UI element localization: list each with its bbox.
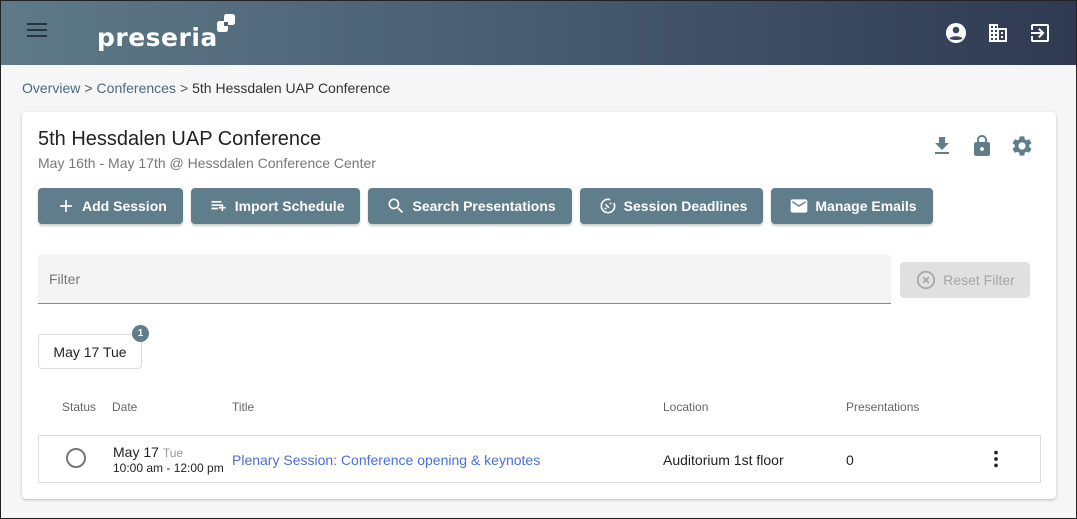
breadcrumb-current: 5th Hessdalen UAP Conference [192,80,391,96]
logo-mark-icon [217,14,235,32]
session-deadlines-label: Session Deadlines [623,198,748,214]
search-presentations-button[interactable]: Search Presentations [368,188,572,224]
day-tab[interactable]: May 17 Tue [38,334,142,369]
filter-input[interactable] [38,254,891,303]
session-weekday: Tue [162,446,184,460]
column-header-title: Title [232,400,255,414]
manage-emails-label: Manage Emails [815,198,917,214]
timelapse-icon [600,198,616,214]
column-header-status: Status [62,400,97,414]
table-row[interactable]: May 17 Tue 10:00 am - 12:00 pm Plenary S… [38,435,1041,483]
day-tab-label: May 17 Tue [53,343,127,360]
breadcrumb: Overview > Conferences >5th Hessdalen UAP C… [22,80,390,96]
download-icon[interactable] [930,134,954,158]
column-header-location: Location [663,400,709,414]
reset-filter-button[interactable]: Reset Filter [900,262,1030,298]
session-presentations-count: 0 [846,452,854,468]
conference-subtitle: May 16th - May 17th @ Hessdalen Conferen… [38,155,376,171]
filter-field [38,254,891,304]
logout-icon[interactable] [1028,21,1052,45]
search-icon [388,198,404,214]
column-header-date: Date [112,400,138,414]
lock-icon[interactable] [970,134,994,158]
email-icon [791,199,808,213]
organization-icon[interactable] [986,21,1010,45]
session-title-link[interactable]: Plenary Session: Conference opening & ke… [232,452,540,468]
conference-card: 5th Hessdalen UAP Conference May 16th - … [22,112,1056,499]
breadcrumb-separator: > [179,80,189,96]
status-icon[interactable] [66,448,86,468]
logo-text: preseria [97,23,218,52]
clear-circle-icon [917,270,936,290]
breadcrumb-separator: > [84,80,93,96]
reset-filter-label: Reset Filter [943,272,1015,288]
more-vert-icon[interactable] [985,447,1007,471]
search-presentations-label: Search Presentations [412,198,556,214]
top-app-bar: preseria [1,1,1076,65]
import-schedule-label: Import Schedule [234,198,345,214]
playlist-add-icon [211,201,226,211]
column-header-presentations: Presentations [846,400,920,414]
page-title: 5th Hessdalen UAP Conference [38,128,322,150]
session-time: 10:00 am - 12:00 pm [113,461,224,475]
session-date: May 17 Tue [113,445,183,460]
settings-icon[interactable] [1010,134,1034,158]
manage-emails-button[interactable]: Manage Emails [771,188,933,224]
add-session-button[interactable]: Add Session [38,188,183,224]
import-schedule-button[interactable]: Import Schedule [190,188,361,224]
menu-icon[interactable] [27,23,49,41]
session-location: Auditorium 1st floor [663,452,784,468]
account-icon[interactable] [944,21,968,45]
breadcrumb-overview[interactable]: Overview [22,80,80,96]
session-deadlines-button[interactable]: Session Deadlines [579,188,764,224]
add-session-label: Add Session [82,198,167,214]
plus-icon [60,200,72,212]
breadcrumb-conferences[interactable]: Conferences [97,80,176,96]
session-date-day: May 17 [113,444,159,460]
session-count-badge: 1 [132,325,149,342]
